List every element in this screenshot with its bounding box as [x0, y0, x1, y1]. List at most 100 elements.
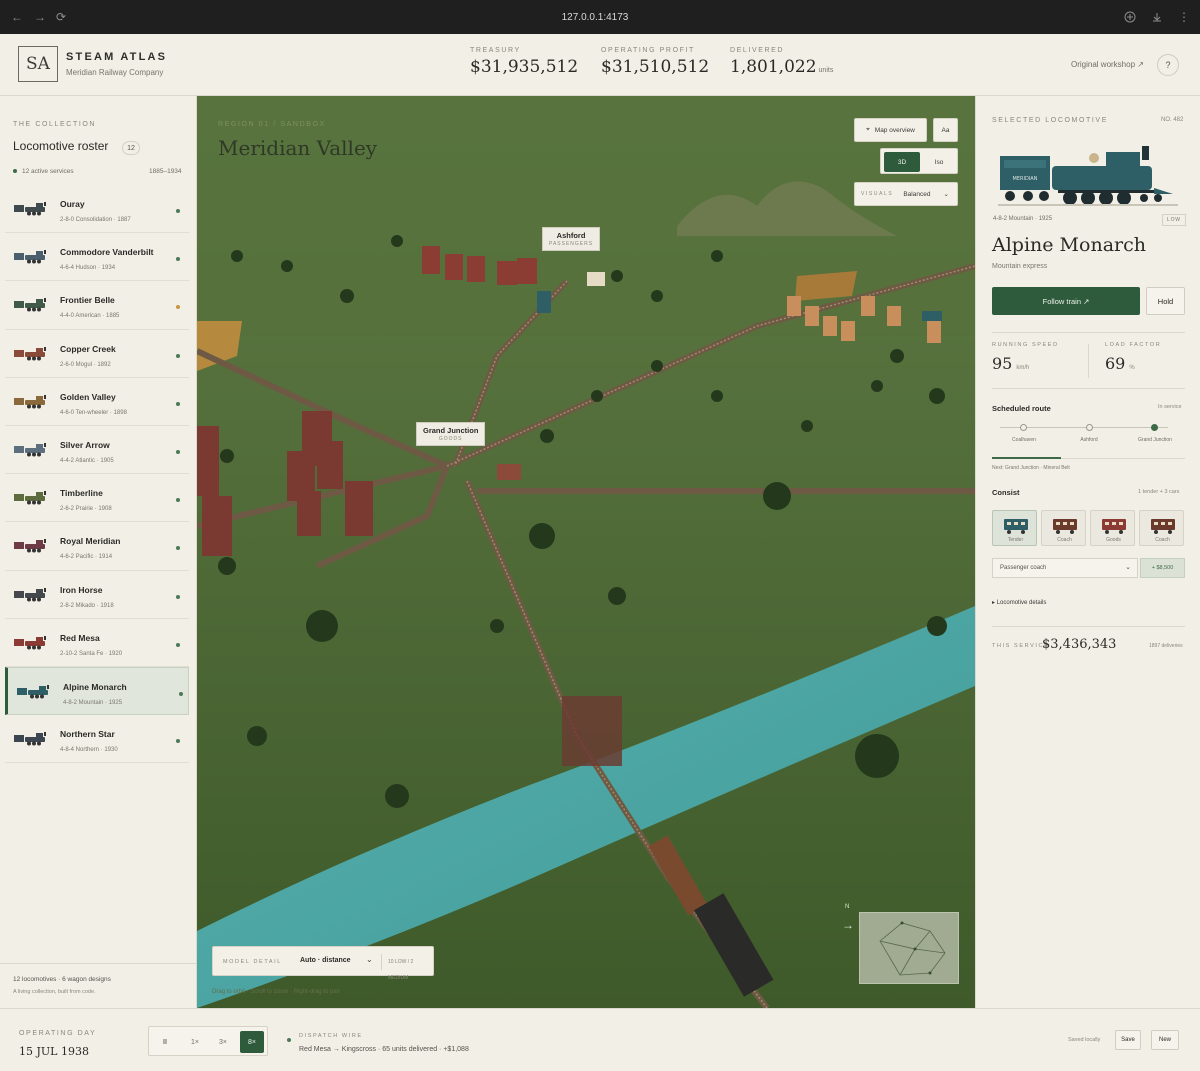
locomotive-name: Ouray: [60, 199, 85, 209]
visuals-select[interactable]: VISUALS Balanced ⌄: [854, 182, 958, 206]
model-detail-counts: 10 LOW / 2 MEDIUM: [381, 954, 433, 981]
metric-unit: %: [1129, 365, 1135, 371]
add-car-select[interactable]: Passenger coach ⌄: [992, 558, 1138, 578]
roster-item[interactable]: Iron Horse 2-8-2 Mikado · 1918: [5, 571, 189, 619]
address-bar[interactable]: 127.0.0.1:4173: [0, 12, 1190, 23]
minimap[interactable]: [859, 912, 959, 984]
station-type: PASSENGERS: [549, 241, 594, 247]
locomotive-details-toggle[interactable]: ▸ Locomotive details: [992, 599, 1046, 606]
load-factor-metric: LOAD FACTOR 69%: [1105, 342, 1161, 373]
view-3d-button[interactable]: 3D: [884, 152, 920, 172]
service-revenue: $3,436,343: [1042, 637, 1117, 652]
status-dot: [176, 739, 180, 744]
route-stop-dot[interactable]: [1020, 424, 1027, 431]
bridge: [562, 696, 622, 766]
station-label-ashford[interactable]: Ashford PASSENGERS: [542, 227, 601, 251]
speed-3x-button[interactable]: 3×: [211, 1031, 235, 1053]
model-detail-select[interactable]: Auto · distance: [300, 957, 351, 964]
logo-mark: SA: [18, 46, 58, 82]
roster-item[interactable]: Alpine Monarch 4-8-2 Mountain · 1925: [5, 666, 189, 716]
locomotive-list: Ouray 2-8-0 Consolidation · 1887 Commodore…: [5, 185, 189, 764]
app-header: SA STEAM ATLAS Meridian Railway Company …: [0, 34, 1200, 96]
map-overview-button[interactable]: ⌖ Map overview: [854, 118, 927, 142]
locomotive-icon: [14, 635, 46, 650]
route-stop-dot[interactable]: [1086, 424, 1093, 431]
locomotive-icon: [14, 346, 46, 361]
locomotive-name: Royal Meridian: [60, 536, 121, 547]
target-icon: ⌖: [866, 126, 870, 133]
chevron-down-icon[interactable]: ⌄: [366, 955, 373, 964]
route-status: In service: [1158, 404, 1182, 410]
roster-item[interactable]: Copper Creek 2-6-0 Mogul · 1892: [5, 330, 189, 378]
dispatch-wire-label: DISPATCH WIRE: [299, 1033, 363, 1039]
car-label: Goods: [1106, 537, 1121, 543]
save-button[interactable]: Save: [1115, 1030, 1141, 1050]
speed-1x-button[interactable]: 1×: [183, 1031, 207, 1053]
consist-car[interactable]: Goods: [1090, 510, 1135, 546]
model-detail-label: MODEL DETAIL: [223, 959, 282, 965]
original-workshop-link[interactable]: Original workshop ↗: [1071, 60, 1144, 69]
status-dot: [176, 449, 180, 454]
consist-car[interactable]: Coach: [1041, 510, 1086, 546]
roster-item[interactable]: Royal Meridian 4-6-2 Pacific · 1914: [5, 522, 189, 571]
car-label: Coach: [1155, 537, 1170, 543]
roster-item[interactable]: Frontier Belle 4-4-0 American · 1885: [5, 281, 189, 330]
metric-value: 69: [1105, 354, 1126, 373]
route-progress-bar: [992, 457, 1061, 459]
new-button[interactable]: New: [1151, 1030, 1179, 1050]
collection-summary: 12 locomotives · 6 wagon designs: [13, 976, 111, 983]
roster-item[interactable]: Red Mesa 2-10-2 Santa Fe · 1920: [5, 619, 189, 667]
sidebar-footer: 12 locomotives · 6 wagon designs A livin…: [0, 963, 197, 1007]
operating-day-label: OPERATING DAY: [19, 1030, 97, 1037]
font-size-button[interactable]: Aa: [933, 118, 958, 142]
consist-heading: Consist: [992, 488, 1020, 497]
extension-icon[interactable]: [1124, 11, 1136, 23]
roster-item[interactable]: Commodore Vanderbilt 4-6-4 Hudson · 1934: [5, 233, 189, 282]
status-dot: [13, 169, 17, 174]
locomotive-name: Northern Star: [60, 729, 115, 740]
roster-item[interactable]: Timberline 2-6-2 Prairie · 1908: [5, 474, 189, 523]
route-stop-dot-current[interactable]: [1151, 424, 1158, 431]
service-label: THIS SERVICE: [992, 643, 1050, 649]
help-button[interactable]: ?: [1157, 54, 1179, 76]
stat-label: DELIVERED: [730, 47, 785, 54]
train[interactable]: [537, 291, 551, 313]
roster-item[interactable]: Silver Arrow 4-4-2 Atlantic · 1905: [5, 426, 189, 475]
train[interactable]: [922, 311, 942, 321]
roster-item[interactable]: Golden Valley 4-6-0 Ten-wheeler · 1898: [5, 378, 189, 426]
add-car-button[interactable]: + $8,500: [1140, 558, 1185, 578]
map-title: Meridian Valley: [218, 136, 378, 160]
locomotive-spec: 4-8-4 Northern · 1930: [60, 747, 118, 754]
download-icon[interactable]: [1151, 11, 1163, 23]
status-dot: [176, 642, 180, 647]
status-dot: [176, 401, 180, 406]
locomotive-spec: 2-8-2 Mikado · 1918: [60, 602, 114, 609]
save-status: Saved locally: [1068, 1037, 1101, 1043]
stat-value: 1,801,022: [730, 57, 817, 77]
locomotive-name: Golden Valley: [60, 391, 116, 402]
detail-level-badge: LOW: [1162, 214, 1186, 226]
roster-item[interactable]: Ouray 2-8-0 Consolidation · 1887: [5, 185, 189, 234]
locomotive-icon: [14, 732, 46, 746]
locomotive-name: Commodore Vanderbilt: [60, 247, 154, 258]
roster-item[interactable]: Northern Star 4-8-4 Northern · 1930: [5, 715, 189, 764]
consist-car[interactable]: Tender: [992, 510, 1037, 546]
speed-8x-button[interactable]: 8×: [240, 1031, 264, 1053]
locomotive-icon: [17, 684, 49, 699]
menu-icon[interactable]: ⋮: [1178, 10, 1190, 24]
hold-button[interactable]: Hold: [1146, 287, 1185, 315]
locomotive-icon: [14, 491, 46, 505]
treasury-stat: TREASURY $31,935,512: [470, 47, 578, 77]
pause-button[interactable]: II: [153, 1031, 177, 1053]
station-label-grand-junction[interactable]: Grand Junction GOODS: [416, 422, 486, 446]
status-dot: [176, 353, 180, 358]
consist-car[interactable]: Coach: [1139, 510, 1184, 546]
follow-train-button[interactable]: Follow train ↗: [992, 287, 1140, 315]
map-viewport[interactable]: REGION 01 / SANDBOX Meridian Valley ⌖ Map…: [197, 96, 975, 1008]
status-bar: OPERATING DAY 15 JUL 1938 II 1× 3× 8× DI…: [0, 1008, 1200, 1071]
view-iso-button[interactable]: Iso: [922, 152, 956, 172]
locomotive-spec: 4-4-0 American · 1885: [60, 313, 120, 320]
visuals-label: VISUALS: [861, 191, 894, 197]
simulation-speed-controls: II 1× 3× 8×: [148, 1026, 268, 1056]
region-label: REGION 01 / SANDBOX: [218, 121, 326, 128]
